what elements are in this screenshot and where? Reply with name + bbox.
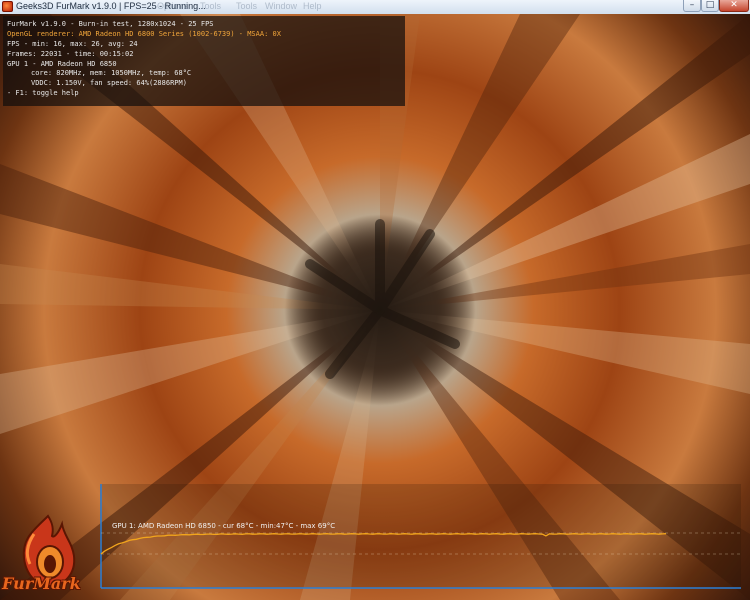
- title-bar[interactable]: Geeks3D FurMark v1.9.0 | FPS=25 - Runnin…: [0, 0, 750, 15]
- overlay-renderer: OpenGL renderer: AMD Radeon HD 6800 Seri…: [7, 30, 281, 38]
- menu-item-help[interactable]: Help: [303, 1, 322, 11]
- overlay-fps: FPS - min: 16, max: 26, avg: 24: [7, 40, 138, 48]
- menu-item-tools-2[interactable]: Tools: [236, 1, 257, 11]
- overlay-gpu-clocks: core: 820MHz, mem: 1050MHz, temp: 68°C: [31, 69, 192, 77]
- render-viewport[interactable]: FurMark v1.9.0 - Burn-in test, 1280x1024…: [0, 14, 750, 600]
- maximize-button[interactable]: □: [701, 0, 719, 12]
- minimize-button[interactable]: –: [683, 0, 701, 12]
- menu-item-options[interactable]: Options: [157, 1, 188, 11]
- overlay-gpu-name: GPU 1 - AMD Radeon HD 6850: [7, 60, 117, 68]
- overlay-help-hint: - F1: toggle help: [7, 89, 79, 97]
- info-overlay: FurMark v1.9.0 - Burn-in test, 1280x1024…: [3, 16, 405, 106]
- graph-label: GPU 1: AMD Radeon HD 6850 - cur 68°C - m…: [112, 522, 336, 530]
- close-button[interactable]: ✕: [719, 0, 749, 12]
- furmark-app-icon[interactable]: [2, 1, 13, 12]
- overlay-frames: Frames: 22031 - time: 00:15:02: [7, 50, 134, 58]
- menu-item-tools[interactable]: Tools: [200, 1, 221, 11]
- furmark-window: Geeks3D FurMark v1.9.0 | FPS=25 - Runnin…: [0, 0, 750, 600]
- menu-item-window[interactable]: Window: [265, 1, 297, 11]
- overlay-header: FurMark v1.9.0 - Burn-in test, 1280x1024…: [7, 20, 214, 28]
- overlay-gpu-vddc: VDDC: 1.150V, fan speed: 64%(2886RPM): [31, 79, 187, 87]
- furmark-logo-text: FurMark: [2, 574, 81, 593]
